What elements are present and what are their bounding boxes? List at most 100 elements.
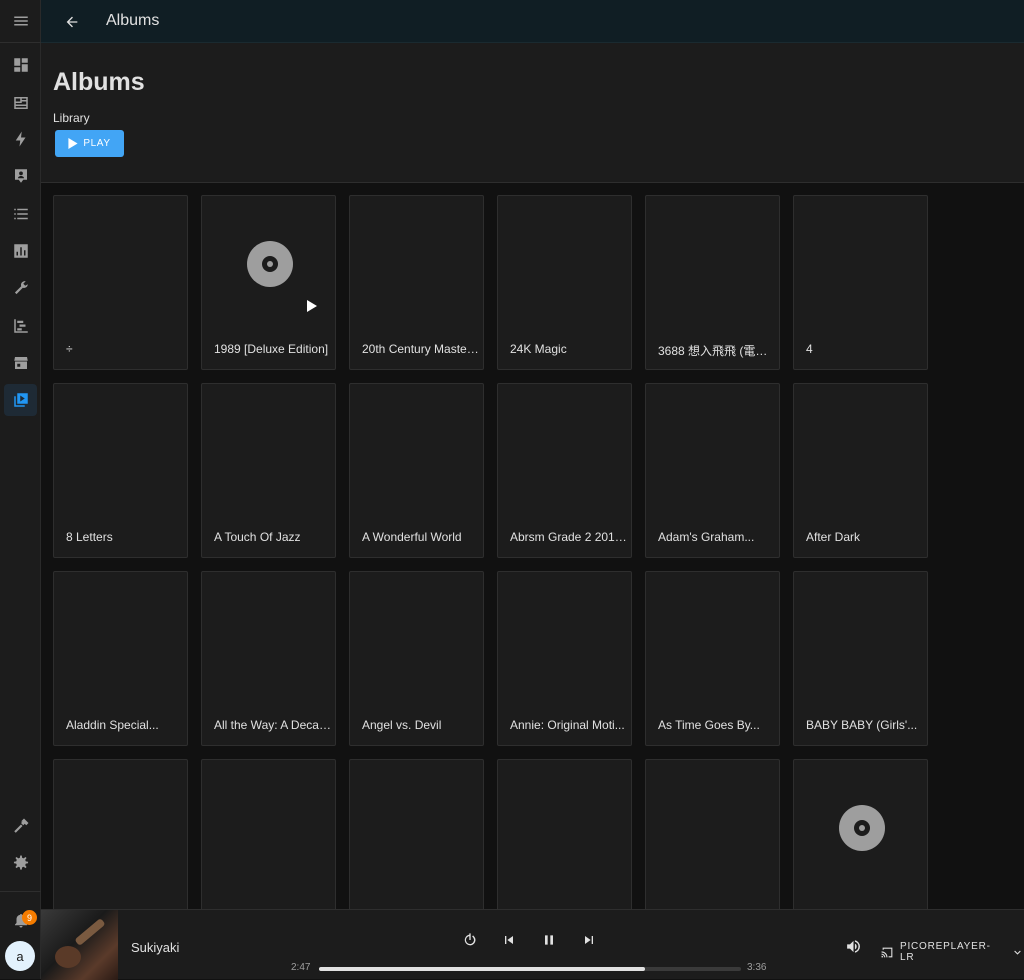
newspaper-icon	[13, 97, 28, 109]
album-title: A Touch Of Jazz	[214, 530, 301, 544]
page-title: Albums	[53, 68, 145, 96]
album-card[interactable]: 24K Magic	[497, 195, 632, 370]
device-selector[interactable]: PICOREPLAYER-LR	[881, 941, 1024, 963]
album-card[interactable]: Aladdin Special...	[53, 571, 188, 746]
album-title: 8 Letters	[66, 530, 113, 544]
album-card[interactable]: 20th Century Master...	[349, 195, 484, 370]
power-button[interactable]	[460, 930, 480, 950]
sidebar-item-logbook[interactable]	[4, 87, 37, 119]
elapsed-time: 2:47	[291, 962, 311, 973]
album-card[interactable]: As Time Goes By...	[645, 571, 780, 746]
menu-icon[interactable]	[4, 5, 37, 37]
album-card[interactable]: All the Way: A Decad...	[201, 571, 336, 746]
sidebar-divider	[0, 891, 41, 892]
album-title: 4	[806, 342, 813, 356]
album-card[interactable]: 4	[793, 195, 928, 370]
album-card[interactable]	[53, 759, 188, 909]
dashboard-icon	[13, 58, 28, 72]
volume-high-icon	[847, 940, 860, 953]
card-play-icon[interactable]	[306, 299, 318, 312]
next-track-button[interactable]	[579, 930, 599, 950]
album-title: As Time Goes By...	[658, 718, 760, 732]
album-card[interactable]: ÷	[53, 195, 188, 370]
duration-time: 3:36	[747, 962, 767, 973]
pause-button[interactable]	[539, 930, 559, 950]
album-card[interactable]	[793, 759, 928, 909]
store-icon	[13, 357, 28, 369]
album-title: ÷	[66, 342, 73, 356]
cast-icon	[881, 947, 893, 957]
notification-badge: 9	[22, 910, 37, 925]
album-card[interactable]: Abrsm Grade 2 2015...	[497, 383, 632, 558]
gear-icon	[13, 855, 28, 870]
album-grid: ÷ 1989 [Deluxe Edition] 20th Century Mas…	[41, 184, 1024, 909]
skip-next-icon	[585, 936, 593, 944]
account-box-icon	[14, 169, 27, 183]
sidebar-item-tools[interactable]	[4, 272, 37, 304]
sidebar-item-history[interactable]	[4, 235, 37, 267]
album-title: Angel vs. Devil	[362, 718, 442, 732]
device-name: PICOREPLAYER-LR	[899, 941, 991, 963]
play-button-label: PLAY	[83, 138, 111, 149]
album-title: A Wonderful World	[362, 530, 462, 544]
album-title: All the Way: A Decad...	[214, 718, 332, 732]
album-card[interactable]	[645, 759, 780, 909]
chevron-down-icon	[1014, 950, 1021, 955]
album-card[interactable]	[201, 759, 336, 909]
album-placeholder-icon	[247, 241, 293, 287]
album-card[interactable]: 3688 想入飛飛 (電影...	[645, 195, 780, 370]
album-title: 20th Century Master...	[362, 342, 480, 356]
album-title: 1989 [Deluxe Edition]	[214, 342, 329, 356]
sidebar-item-energy[interactable]	[4, 123, 37, 155]
power-icon	[464, 933, 476, 946]
album-card[interactable]: A Touch Of Jazz	[201, 383, 336, 558]
play-box-multiple-icon	[13, 393, 28, 407]
back-button[interactable]	[61, 11, 83, 33]
album-card[interactable]: A Wonderful World	[349, 383, 484, 558]
album-card[interactable]: Annie: Original Moti...	[497, 571, 632, 746]
chart-timeline-icon	[13, 319, 28, 333]
wrench-icon	[14, 281, 28, 295]
album-art	[41, 910, 118, 980]
sidebar-item-overview[interactable]	[4, 49, 37, 81]
sidebar-item-developer-tools[interactable]	[4, 810, 37, 842]
bar-chart-icon	[13, 244, 28, 258]
progress-slider[interactable]	[319, 967, 741, 971]
album-title: Adam's Graham...	[658, 530, 755, 544]
arrow-left-icon	[66, 16, 78, 28]
album-placeholder-icon	[839, 805, 885, 851]
page-subtitle: Library	[53, 111, 90, 125]
album-card[interactable]: After Dark	[793, 383, 928, 558]
album-card[interactable]	[497, 759, 632, 909]
previous-track-button[interactable]	[499, 930, 519, 950]
volume-button[interactable]	[845, 938, 865, 958]
sidebar: 9 a	[0, 0, 41, 979]
album-card[interactable]: BABY BABY (Girls'...	[793, 571, 928, 746]
sidebar-item-logs[interactable]	[4, 310, 37, 342]
album-card[interactable]: Adam's Graham...	[645, 383, 780, 558]
hammer-icon	[13, 818, 28, 833]
album-card[interactable]: 8 Letters	[53, 383, 188, 558]
list-icon	[13, 208, 28, 220]
media-player-bar: Sukiyaki 2:47 3:36 PICOREPLAYER-LR	[41, 909, 1024, 980]
pause-icon	[545, 935, 553, 945]
album-title: After Dark	[806, 530, 861, 544]
avatar[interactable]: a	[5, 941, 35, 971]
play-icon	[68, 138, 78, 149]
sidebar-divider	[0, 42, 41, 43]
album-title: BABY BABY (Girls'...	[806, 718, 918, 732]
track-title: Sukiyaki	[131, 940, 180, 955]
sidebar-item-map[interactable]	[4, 160, 37, 192]
album-card[interactable]: 1989 [Deluxe Edition]	[201, 195, 336, 370]
lightning-icon	[15, 131, 25, 147]
sidebar-item-settings[interactable]	[4, 847, 37, 879]
album-title: Abrsm Grade 2 2015...	[510, 530, 628, 544]
album-card[interactable]: Angel vs. Devil	[349, 571, 484, 746]
page-header: Albums Library PLAY	[41, 43, 1024, 183]
sidebar-item-todo[interactable]	[4, 198, 37, 230]
album-title: Aladdin Special...	[66, 718, 159, 732]
sidebar-item-hacs[interactable]	[4, 347, 37, 379]
play-all-button[interactable]: PLAY	[55, 130, 124, 157]
sidebar-item-media[interactable]	[4, 384, 37, 416]
album-card[interactable]	[349, 759, 484, 909]
